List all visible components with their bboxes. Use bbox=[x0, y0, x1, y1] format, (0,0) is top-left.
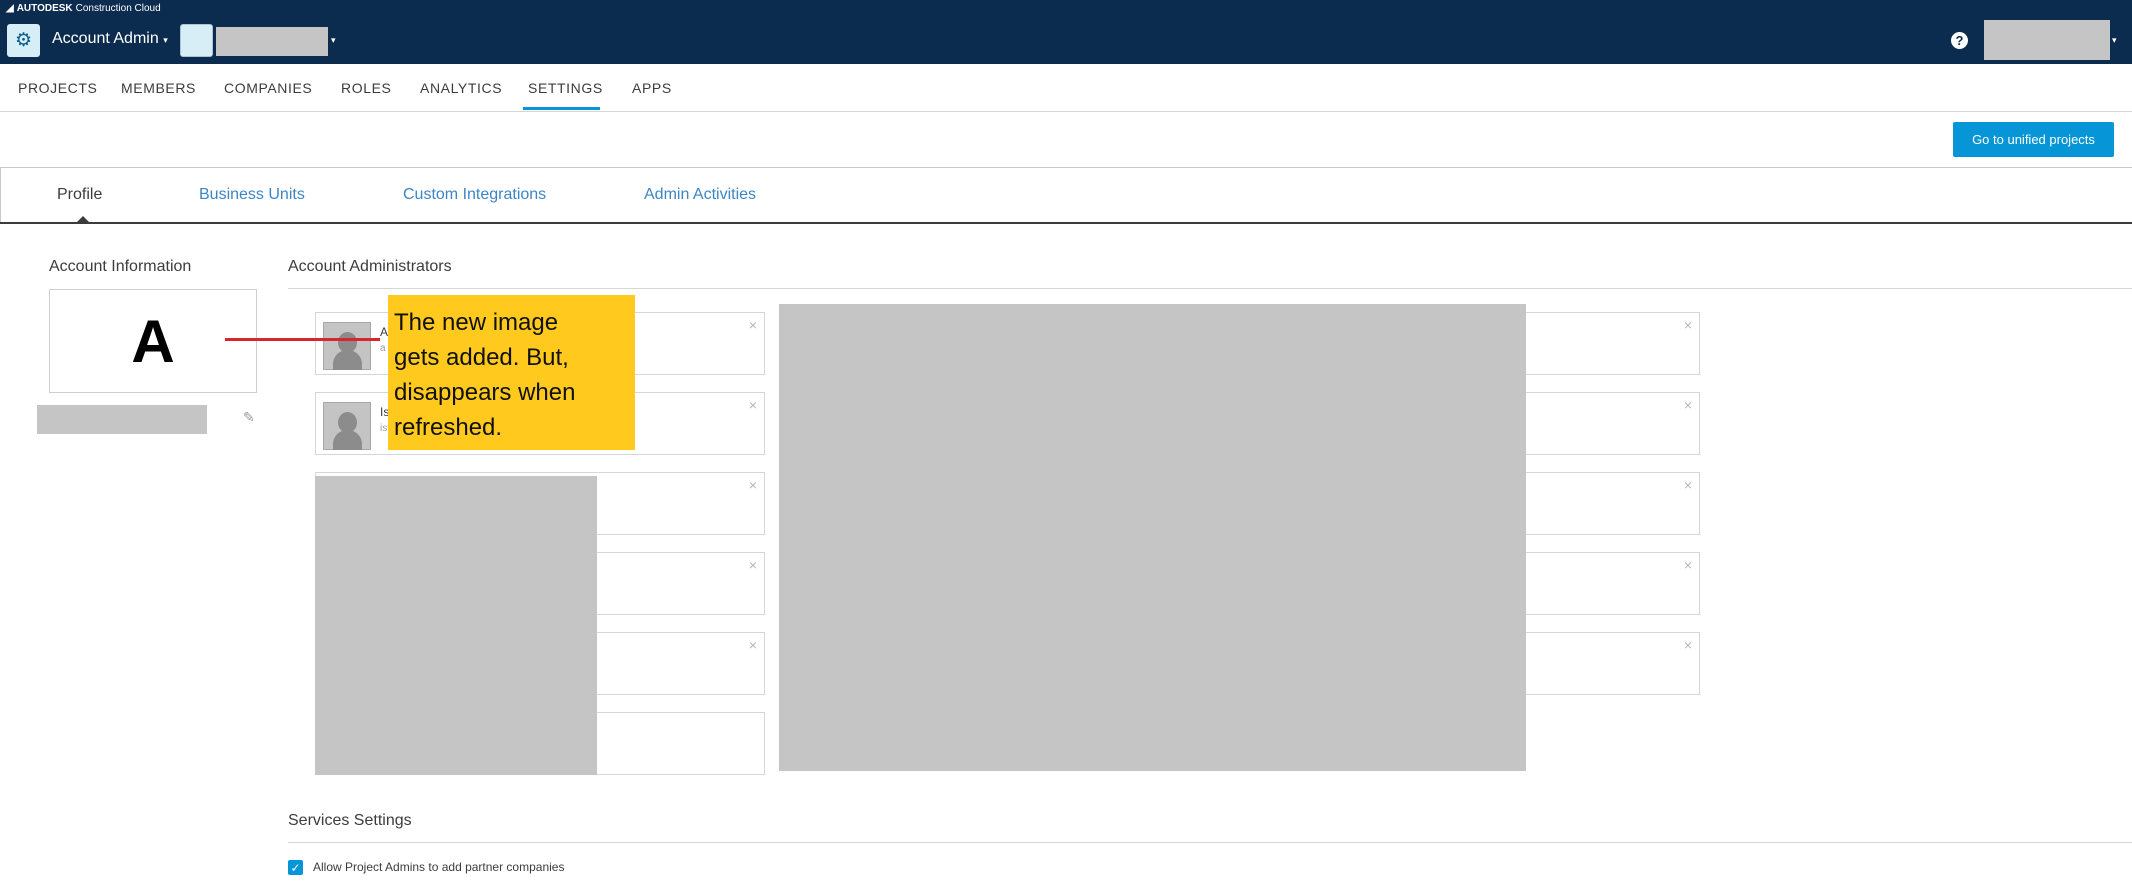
close-icon[interactable]: × bbox=[749, 317, 757, 333]
redacted-block bbox=[315, 476, 597, 775]
active-subtab-pointer bbox=[77, 216, 89, 222]
autodesk-logo-icon: ◢ bbox=[6, 2, 14, 14]
chevron-down-icon[interactable]: ▾ bbox=[2112, 35, 2117, 46]
user-menu-redacted[interactable] bbox=[1984, 20, 2110, 60]
close-icon[interactable]: × bbox=[1684, 557, 1692, 573]
divider bbox=[0, 168, 1, 224]
tab-roles[interactable]: ROLES bbox=[341, 80, 391, 96]
brand-logo-text: AUTODESK bbox=[16, 2, 73, 14]
divider bbox=[288, 842, 2132, 843]
tab-apps[interactable]: APPS bbox=[632, 80, 672, 96]
tab-projects[interactable]: PROJECTS bbox=[18, 80, 97, 96]
admin-email: is bbox=[380, 423, 388, 434]
tab-business-units[interactable]: Business Units bbox=[199, 186, 305, 204]
avatar-icon bbox=[323, 402, 371, 450]
account-switcher[interactable]: Account Admin ▾ bbox=[52, 30, 168, 48]
annotation-line: The new image bbox=[394, 309, 559, 336]
tab-admin-activities[interactable]: Admin Activities bbox=[644, 186, 756, 204]
tab-settings[interactable]: SETTINGS bbox=[528, 80, 603, 96]
project-image-icon[interactable] bbox=[180, 24, 213, 57]
active-tab-indicator bbox=[523, 107, 600, 110]
annotation-line: gets added. But, bbox=[394, 344, 569, 371]
annotation-line: disappears when bbox=[394, 379, 576, 406]
gear-icon[interactable]: ⚙ bbox=[7, 24, 40, 57]
go-to-unified-projects-button[interactable]: Go to unified projects bbox=[1953, 122, 2114, 157]
main-nav bbox=[0, 64, 2132, 112]
tab-profile[interactable]: Profile bbox=[57, 186, 102, 204]
close-icon[interactable]: × bbox=[1684, 477, 1692, 493]
annotation-line: refreshed. bbox=[394, 414, 503, 441]
close-icon[interactable]: × bbox=[1684, 317, 1692, 333]
close-icon[interactable]: × bbox=[749, 397, 757, 413]
divider bbox=[288, 288, 2132, 289]
account-information-heading: Account Information bbox=[49, 258, 192, 275]
edit-icon[interactable]: ✎ bbox=[243, 409, 255, 426]
tab-analytics[interactable]: ANALYTICS bbox=[420, 80, 502, 96]
annotation-pointer-line bbox=[225, 338, 380, 341]
project-name-redacted[interactable] bbox=[216, 27, 328, 56]
chevron-down-icon[interactable]: ▾ bbox=[331, 35, 336, 46]
allow-partner-companies-label: Allow Project Admins to add partner comp… bbox=[313, 860, 565, 874]
help-icon[interactable]: ? bbox=[1951, 32, 1968, 49]
close-icon[interactable]: × bbox=[1684, 637, 1692, 653]
tab-members[interactable]: MEMBERS bbox=[121, 80, 196, 96]
avatar-icon bbox=[323, 322, 371, 370]
brand: ◢ AUTODESK Construction Cloud bbox=[6, 2, 161, 14]
close-icon[interactable]: × bbox=[749, 637, 757, 653]
close-icon[interactable]: × bbox=[749, 557, 757, 573]
admin-email: a bbox=[380, 343, 386, 354]
brand-product-text: Construction Cloud bbox=[75, 2, 161, 14]
divider bbox=[0, 167, 2132, 168]
annotation-callout: The new image gets added. But, disappear… bbox=[388, 295, 635, 450]
close-icon[interactable]: × bbox=[1684, 397, 1692, 413]
account-administrators-heading: Account Administrators bbox=[288, 258, 452, 275]
admin-name: A bbox=[380, 325, 389, 339]
account-logo[interactable]: A bbox=[49, 289, 257, 393]
services-settings-heading: Services Settings bbox=[288, 812, 412, 829]
redacted-block bbox=[779, 304, 1526, 771]
sub-tab-rule bbox=[0, 222, 2132, 224]
close-icon[interactable]: × bbox=[749, 477, 757, 493]
account-name-redacted bbox=[37, 405, 207, 434]
allow-partner-companies-checkbox[interactable]: ✓ bbox=[288, 860, 303, 875]
chevron-down-icon: ▾ bbox=[163, 35, 168, 45]
tab-companies[interactable]: COMPANIES bbox=[224, 80, 312, 96]
account-label: Account Admin bbox=[52, 30, 159, 47]
tab-custom-integrations[interactable]: Custom Integrations bbox=[403, 186, 546, 204]
